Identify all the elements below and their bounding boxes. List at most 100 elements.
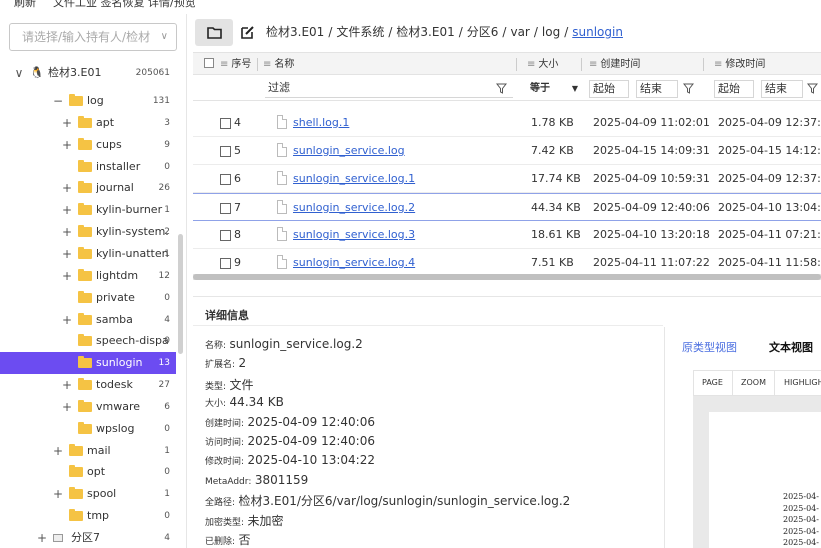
row-checkbox[interactable]: [220, 146, 231, 157]
file-size: 1.78 KB: [531, 116, 574, 129]
detail-label: 名称:: [205, 341, 227, 351]
expand-icon[interactable]: +: [62, 265, 72, 287]
tree-item[interactable]: − log 131: [0, 90, 176, 112]
created-start-input[interactable]: 起始: [589, 80, 629, 98]
modified-start-input[interactable]: 起始: [714, 80, 754, 98]
tab-raw-view[interactable]: 原类型视图: [682, 339, 737, 355]
table-row[interactable]: 5 sunlogin_service.log 7.42 KB 2025-04-15 1…: [193, 137, 821, 165]
tree-item[interactable]: + todesk 27: [0, 374, 176, 396]
tree-item[interactable]: tmp 0: [0, 505, 176, 527]
funnel-icon[interactable]: [807, 83, 818, 94]
breadcrumb-item[interactable]: 文件系统: [336, 25, 384, 39]
tree-item[interactable]: + mail 1: [0, 440, 176, 462]
file-name-link[interactable]: sunlogin_service.log: [293, 137, 405, 164]
tree-item[interactable]: installer 0: [0, 156, 176, 178]
tree-item[interactable]: private 0: [0, 287, 176, 309]
tab-text-view[interactable]: 文本视图: [769, 339, 813, 355]
funnel-icon[interactable]: [496, 83, 507, 94]
tree-item[interactable]: + vmware 6: [0, 396, 176, 418]
highlight-button[interactable]: HIGHLIGH: [784, 371, 821, 395]
tree-item[interactable]: + kylin-system... 2: [0, 221, 176, 243]
funnel-icon[interactable]: [683, 83, 694, 94]
file-name-link[interactable]: shell.log.1: [293, 109, 349, 136]
column-header-modified[interactable]: ≡ 修改时间: [714, 53, 765, 76]
tree-item[interactable]: + 分区7 4: [0, 527, 176, 548]
column-header-index[interactable]: ≡ 序号: [220, 53, 251, 76]
name-filter-input[interactable]: 过滤: [265, 80, 513, 98]
file-name-link[interactable]: sunlogin_service.log.1: [293, 165, 415, 192]
created-end-input[interactable]: 结束: [636, 80, 678, 98]
folder-view-button[interactable]: [195, 19, 233, 46]
refresh-menu[interactable]: 刷新: [14, 0, 36, 10]
row-index: 6: [234, 172, 241, 185]
file-name-link[interactable]: sunlogin_service.log.2: [293, 194, 415, 221]
sidebar-scrollbar[interactable]: [178, 234, 183, 354]
page-button[interactable]: PAGE: [702, 371, 723, 395]
tree-item[interactable]: + lightdm 12: [0, 265, 176, 287]
expand-icon[interactable]: +: [62, 243, 72, 265]
row-checkbox[interactable]: [220, 174, 231, 185]
breadcrumb-item[interactable]: 分区6: [467, 25, 499, 39]
file-name-link[interactable]: sunlogin_service.log.3: [293, 221, 415, 248]
folder-icon: [78, 137, 92, 150]
tree-item[interactable]: + journal 26: [0, 177, 176, 199]
table-row[interactable]: 7 sunlogin_service.log.2 44.34 KB 2025-04-0…: [193, 193, 821, 221]
expand-icon[interactable]: +: [62, 177, 72, 199]
expand-icon[interactable]: +: [53, 483, 63, 505]
file-name-link[interactable]: sunlogin_service.log.4: [293, 249, 415, 276]
expand-icon[interactable]: +: [62, 309, 72, 331]
collapse-icon[interactable]: −: [53, 90, 63, 112]
row-checkbox[interactable]: [220, 118, 231, 129]
expand-icon[interactable]: +: [62, 374, 72, 396]
table-row[interactable]: 8 sunlogin_service.log.3 18.61 KB 2025-04-1…: [193, 221, 821, 249]
tree-item[interactable]: + apt 3: [0, 112, 176, 134]
detail-label: 访问时间:: [205, 438, 245, 448]
tree-item[interactable]: + spool 1: [0, 483, 176, 505]
linux-penguin-icon: 🐧: [30, 66, 44, 79]
tree-item[interactable]: + kylin-unatten...1: [0, 243, 176, 265]
zoom-button[interactable]: ZOOM: [741, 371, 766, 395]
breadcrumb-item[interactable]: 检材3.E01: [396, 25, 454, 39]
expand-icon[interactable]: +: [62, 112, 72, 134]
tree-item[interactable]: + kylin-burner 1: [0, 199, 176, 221]
modified-end-input[interactable]: 结束: [761, 80, 803, 98]
size-operator-select[interactable]: 等于 ▼: [530, 80, 580, 98]
column-header-created[interactable]: ≡ 创建时间: [589, 53, 640, 76]
tree-item[interactable]: speech-dispa...0: [0, 330, 176, 352]
table-row[interactable]: 4 shell.log.1 1.78 KB 2025-04-09 11:02:01 20…: [193, 109, 821, 137]
table-row[interactable]: 6 sunlogin_service.log.1 17.74 KB 2025-04-0…: [193, 165, 821, 193]
row-checkbox[interactable]: [220, 230, 231, 241]
tree-item[interactable]: sunlogin 13: [0, 352, 176, 375]
preview-pane: 原类型视图 文本视图 PAGE ZOOM HIGHLIGH 2025-04- 20…: [664, 327, 821, 548]
column-header-name[interactable]: ≡ 名称: [263, 53, 294, 76]
holder-select[interactable]: 请选择/输入持有人/检材 ∨: [9, 23, 177, 51]
horizontal-scrollbar[interactable]: [193, 274, 821, 280]
expand-icon[interactable]: +: [53, 440, 63, 462]
expand-icon[interactable]: +: [37, 527, 47, 548]
chevron-down-icon[interactable]: ∨: [161, 24, 168, 50]
collapse-icon[interactable]: ∨: [14, 62, 24, 84]
row-checkbox[interactable]: [220, 203, 231, 214]
row-checkbox[interactable]: [220, 258, 231, 269]
tree-item-label: speech-dispa...: [96, 334, 168, 348]
breadcrumb-item[interactable]: 检材3.E01: [266, 25, 324, 39]
expand-icon[interactable]: +: [62, 199, 72, 221]
tree-item[interactable]: ∨ 🐧 检材3.E01 205061: [0, 62, 176, 84]
expand-icon[interactable]: +: [62, 134, 72, 156]
expand-icon[interactable]: +: [62, 396, 72, 418]
select-all-checkbox[interactable]: [204, 53, 214, 76]
column-header-size[interactable]: ≡ 大小: [527, 53, 558, 76]
expand-icon[interactable]: +: [62, 221, 72, 243]
tree-item[interactable]: wpslog 0: [0, 418, 176, 440]
tree-item[interactable]: opt 0: [0, 461, 176, 483]
tree-item-count: 205061: [135, 68, 170, 78]
document-line: 2025-04-: [783, 538, 819, 547]
tree-item[interactable]: + cups 9: [0, 134, 176, 156]
breadcrumb-item[interactable]: var: [510, 25, 529, 39]
edit-path-icon[interactable]: [240, 25, 255, 40]
breadcrumb-item[interactable]: sunlogin: [572, 25, 623, 39]
breadcrumb-item[interactable]: log: [542, 25, 560, 39]
table-row[interactable]: 9 sunlogin_service.log.4 7.51 KB 2025-04-11…: [193, 249, 821, 277]
tree-item[interactable]: + samba 4: [0, 309, 176, 331]
function-menu[interactable]: 文件工业 签名恢复 详情/预览: [53, 0, 196, 10]
